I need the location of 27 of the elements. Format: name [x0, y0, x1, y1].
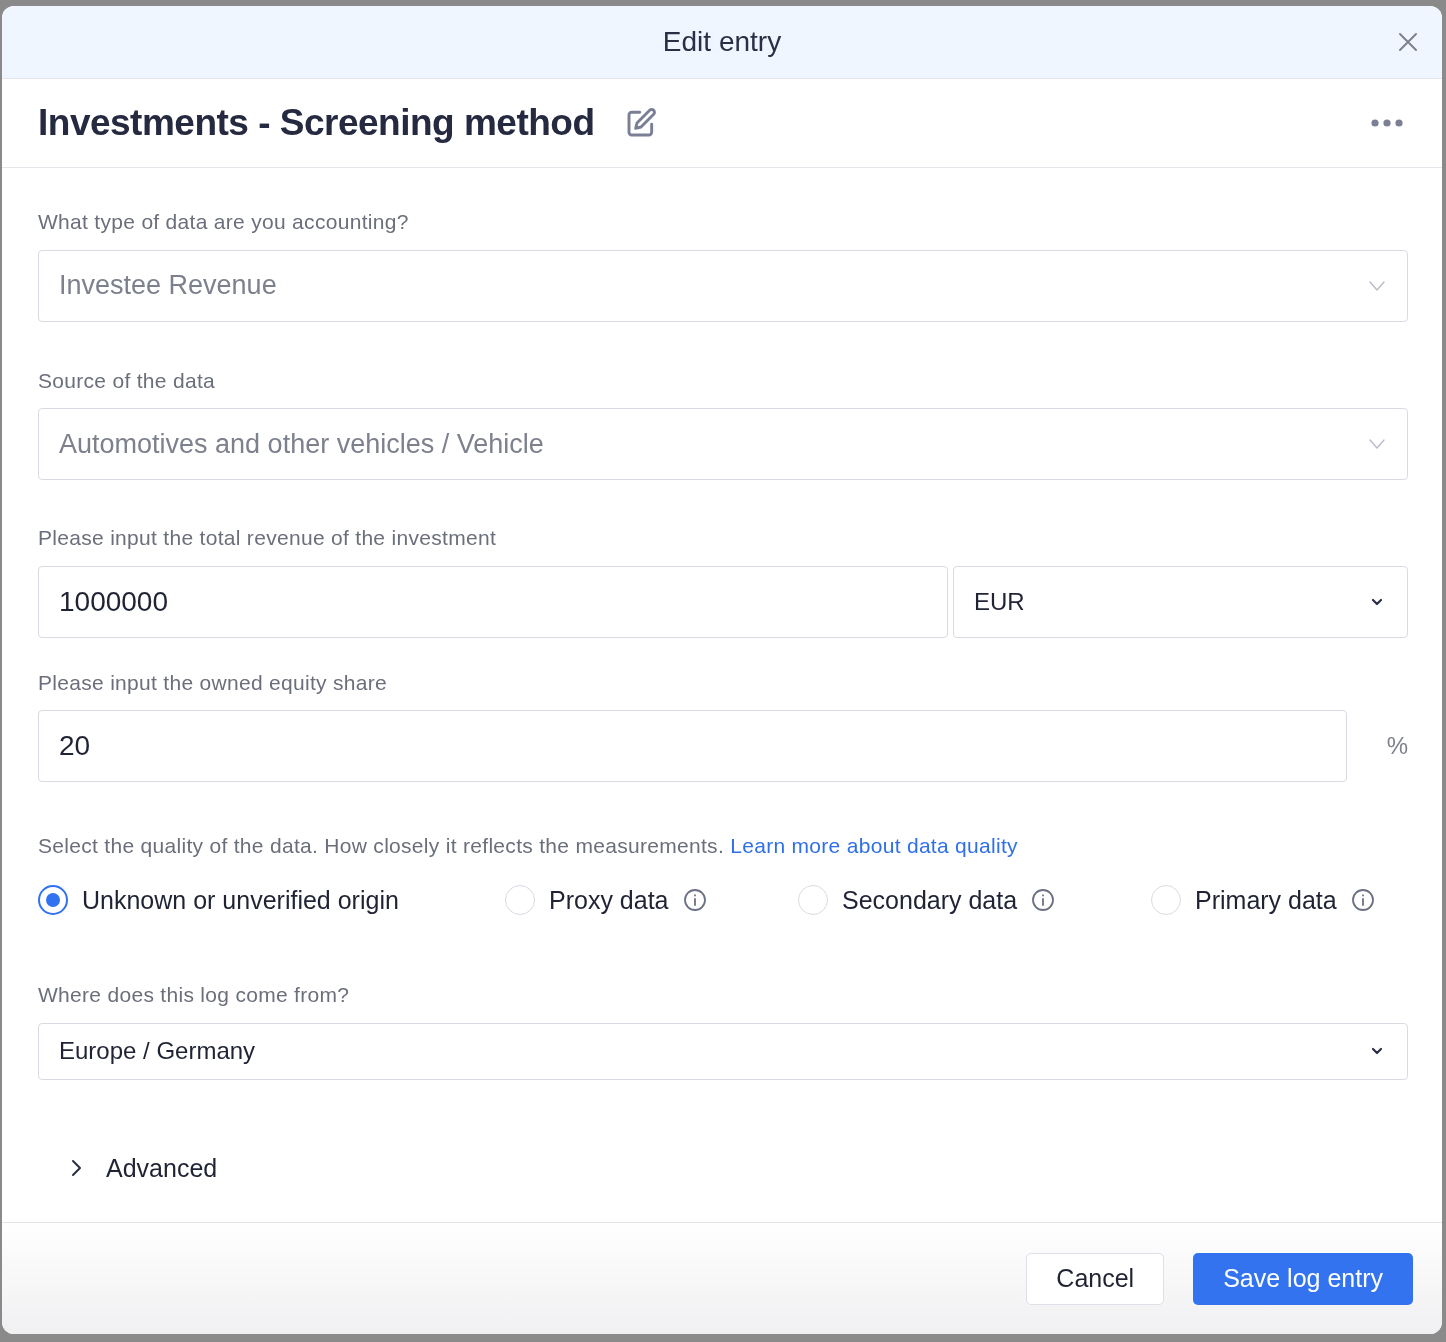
radio-label[interactable]: Secondary data — [842, 881, 1018, 919]
more-options-icon[interactable] — [1370, 118, 1404, 128]
select-field[interactable]: Europe / Germany — [38, 1022, 1408, 1080]
percent-suffix: % — [1386, 731, 1408, 761]
advanced-toggle[interactable]: Advanced — [68, 1149, 218, 1187]
cancel-button[interactable]: Cancel — [1026, 1252, 1165, 1305]
currency-select[interactable]: EUR — [953, 565, 1408, 638]
info-icon[interactable] — [1350, 888, 1375, 913]
info-icon[interactable] — [1031, 888, 1056, 913]
learn-more-link[interactable]: Learn more about data quality — [730, 834, 1018, 857]
equity-share-input[interactable]: 20 — [38, 710, 1347, 782]
radio-button[interactable] — [38, 885, 68, 916]
close-button[interactable] — [1396, 30, 1420, 54]
quality-description: Select the quality of the data. How closely it reflects the measurements. Learn more about data quality — [38, 833, 1019, 859]
info-icon[interactable] — [682, 888, 707, 913]
field-label: Please input the owned equity share — [38, 669, 389, 696]
amount-input[interactable]: 1000000 — [38, 565, 948, 638]
radio-label[interactable]: Primary data — [1195, 881, 1337, 919]
field-label: What type of data are you accounting? — [38, 209, 410, 235]
radio-label[interactable]: Proxy data — [549, 881, 669, 919]
radio-label[interactable]: Unknown or unverified origin — [82, 881, 399, 919]
field-label: Where does this log come from? — [38, 982, 351, 1008]
entry-title: Investments - Screening method — [38, 101, 595, 146]
save-button[interactable]: Save log entry — [1193, 1252, 1413, 1305]
dialog-title: Edit entry — [662, 25, 782, 59]
field-label: Source of the data — [38, 367, 217, 394]
field-label: Please input the total revenue of the investment — [38, 525, 497, 551]
